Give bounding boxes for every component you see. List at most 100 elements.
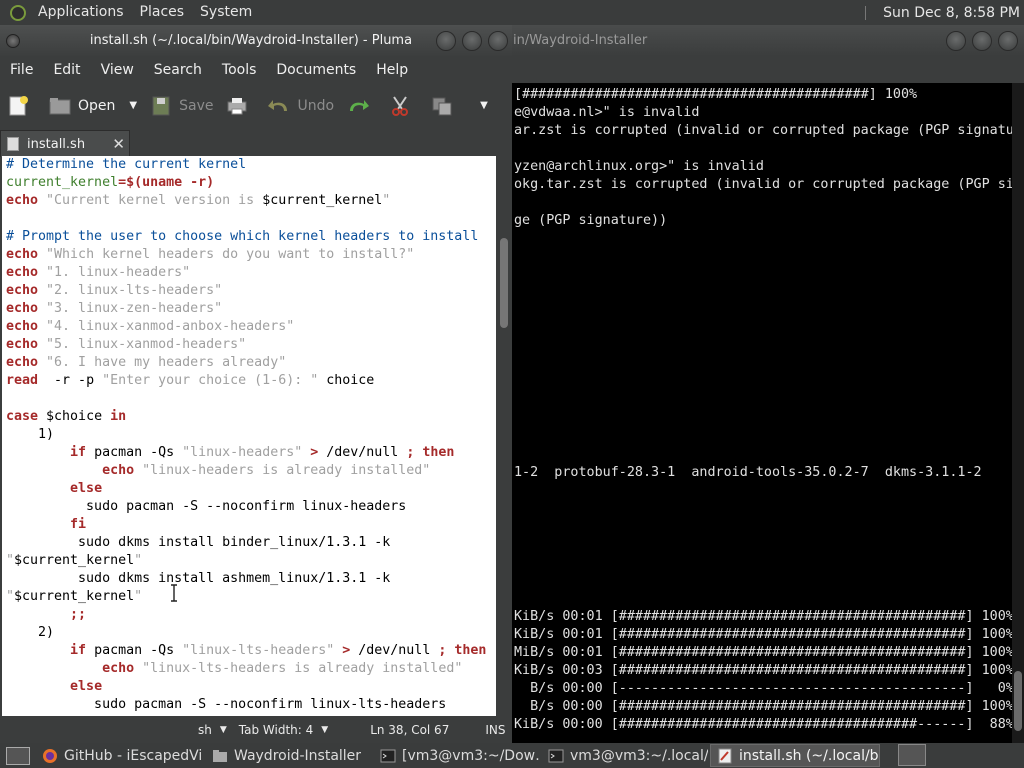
- language-selector[interactable]: sh ▼: [192, 716, 233, 743]
- code-token: case: [6, 409, 39, 424]
- tab-install-sh[interactable]: install.sh ✕: [0, 130, 130, 157]
- code-token: if: [70, 445, 87, 460]
- code-token: ;;: [70, 607, 87, 622]
- print-button[interactable]: [219, 83, 261, 128]
- maximize-icon[interactable]: [462, 31, 482, 51]
- bottom-taskbar: GitHub - iEscapedVi… Waydroid-Installer …: [0, 743, 1024, 768]
- menu-help[interactable]: Help: [366, 62, 418, 78]
- redo-button[interactable]: [340, 83, 382, 128]
- code-line: echo "1. linux-headers": [6, 264, 190, 282]
- menu-documents[interactable]: Documents: [266, 62, 366, 78]
- code-line: echo "Which kernel headers do you want t…: [6, 246, 414, 264]
- editor-scroll-thumb[interactable]: [500, 238, 508, 328]
- code-line: sudo dkms install ashmem_linux/1.3.1 -k: [6, 570, 390, 588]
- show-desktop-icon[interactable]: [6, 746, 30, 765]
- code-token: /dev/null: [350, 643, 439, 658]
- code-token: "linux-lts-headers": [182, 643, 335, 658]
- menu-file[interactable]: File: [0, 62, 43, 78]
- distro-logo-icon[interactable]: [10, 4, 26, 21]
- terminal-titlebar[interactable]: in/Waydroid-Installer: [430, 25, 1024, 56]
- terminal-line: KiB/s 00:03 [###########################…: [514, 663, 1014, 678]
- pluma-statusbar: sh ▼ Tab Width: 4 ▼ Ln 38, Col 67 INS: [0, 716, 512, 743]
- pluma-window[interactable]: install.sh (~/.local/bin/Waydroid-Instal…: [0, 25, 512, 743]
- code-token: "5. linux-xanmod-headers": [38, 337, 247, 352]
- code-token: sudo dkms install ashmem_linux/1.3.1 -k: [6, 571, 391, 586]
- terminal-line: 1-2 protobuf-28.3-1 android-tools-35.0.2…: [514, 465, 982, 480]
- terminal-title: in/Waydroid-Installer: [513, 33, 648, 48]
- tab-width-selector[interactable]: Tab Width: 4 ▼: [233, 716, 334, 743]
- code-token: echo: [6, 247, 39, 262]
- undo-button[interactable]: Undo: [261, 83, 340, 128]
- code-token: choice: [318, 373, 375, 388]
- tab-label: install.sh: [27, 136, 86, 152]
- menu-search[interactable]: Search: [144, 62, 212, 78]
- panel-clock[interactable]: Sun Dec 8, 8:58 PM: [883, 5, 1024, 21]
- code-token: "Which kernel headers do you want to ins…: [38, 247, 415, 262]
- minimize-icon[interactable]: [436, 31, 456, 51]
- open-dropdown-icon[interactable]: ▼: [129, 100, 137, 111]
- cursor-position: Ln 38, Col 67: [370, 722, 450, 737]
- chevron-down-icon: ▼: [219, 724, 227, 735]
- close-icon[interactable]: [998, 31, 1018, 51]
- task-terminal-2[interactable]: vm3@vm3:~/.local/…: [542, 744, 708, 767]
- terminal-line: KiB/s 00:01 [###########################…: [514, 609, 1014, 624]
- save-button[interactable]: Save: [143, 83, 219, 128]
- terminal-window[interactable]: in/Waydroid-Installer [#################…: [430, 25, 1024, 743]
- code-token: -r -p: [38, 373, 103, 388]
- terminal-line: okg.tar.zst is corrupted (invalid or cor…: [514, 177, 1014, 192]
- code-line: echo "4. linux-xanmod-anbox-headers": [6, 318, 294, 336]
- pluma-titlebar[interactable]: install.sh (~/.local/bin/Waydroid-Instal…: [0, 25, 512, 56]
- code-token: $current_kernel: [14, 553, 135, 568]
- save-icon: [152, 96, 170, 115]
- code-line: current_kernel=$(uname -r): [6, 174, 214, 192]
- terminal-line: [#######################################…: [514, 87, 918, 102]
- copy-button[interactable]: [424, 83, 466, 128]
- code-token: >: [334, 643, 351, 658]
- open-button[interactable]: Open ▼: [42, 83, 143, 128]
- code-token: sudo pacman -S --noconfirm linux-headers: [6, 499, 407, 514]
- terminal-output[interactable]: [#######################################…: [430, 83, 1024, 743]
- code-token: else: [70, 481, 103, 496]
- menu-edit[interactable]: Edit: [43, 62, 90, 78]
- task-pluma[interactable]: install.sh (~/.local/bi…: [710, 744, 880, 767]
- editor-scrollbar[interactable]: [496, 156, 512, 716]
- code-token: -r): [182, 175, 215, 190]
- code-line: 2): [6, 624, 54, 642]
- task-firefox[interactable]: GitHub - iEscapedVi…: [36, 744, 204, 767]
- code-line: else: [6, 678, 102, 696]
- save-label: Save: [179, 97, 214, 114]
- code-line: 1): [6, 426, 54, 444]
- terminal-line: MiB/s 00:01 [###########################…: [514, 645, 1014, 660]
- top-panel: Applications Places System Sun Dec 8, 8:…: [0, 0, 1024, 25]
- task-terminal-1[interactable]: [vm3@vm3:~/Dow…: [374, 744, 540, 767]
- code-line: echo "linux-lts-headers is already insta…: [6, 660, 462, 678]
- pluma-toolbar: Open ▼ Save Undo ▼: [0, 83, 512, 128]
- code-line: echo "5. linux-xanmod-headers": [6, 336, 246, 354]
- tab-close-icon[interactable]: ✕: [112, 135, 125, 153]
- close-icon[interactable]: [488, 31, 508, 51]
- menu-applications[interactable]: Applications: [30, 0, 132, 25]
- maximize-icon[interactable]: [972, 31, 992, 51]
- code-token: pacman -Qs: [86, 445, 183, 460]
- workspace-switcher[interactable]: [898, 744, 926, 766]
- menu-tools[interactable]: Tools: [212, 62, 267, 78]
- task-label: install.sh (~/.local/bi…: [739, 747, 879, 764]
- menu-places[interactable]: Places: [132, 0, 193, 25]
- menu-view[interactable]: View: [91, 62, 144, 78]
- code-line: sudo dkms install binder_linux/1.3.1 -k: [6, 534, 390, 552]
- terminal-scroll-thumb[interactable]: [1014, 671, 1022, 731]
- new-document-button[interactable]: [0, 83, 42, 128]
- toolbar-overflow-button[interactable]: ▼: [466, 83, 494, 128]
- terminal-scrollbar[interactable]: [1012, 83, 1024, 743]
- code-token: echo: [6, 301, 39, 316]
- minimize-icon[interactable]: [946, 31, 966, 51]
- cut-button[interactable]: [382, 83, 424, 128]
- menu-system[interactable]: System: [192, 0, 260, 25]
- code-token: if: [70, 643, 87, 658]
- code-editor[interactable]: # Determine the current kernel current_ke…: [2, 156, 496, 716]
- code-token: "linux-lts-headers is already installed": [134, 661, 463, 676]
- code-line: # Prompt the user to choose which kernel…: [6, 228, 478, 246]
- code-token: "linux-headers is already installed": [134, 463, 431, 478]
- task-file-manager[interactable]: Waydroid-Installer: [206, 744, 372, 767]
